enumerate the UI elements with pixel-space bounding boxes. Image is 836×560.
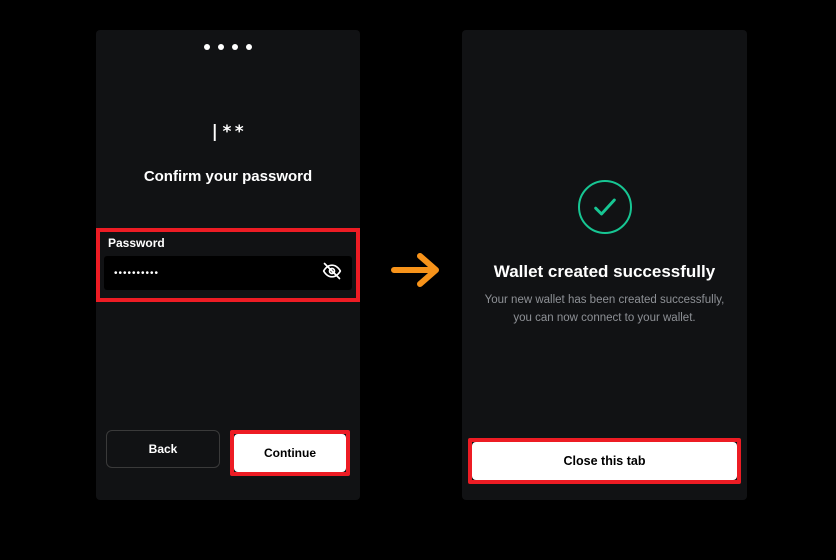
- step-dot: [204, 44, 210, 50]
- step-dot: [218, 44, 224, 50]
- password-input[interactable]: ••••••••••: [104, 256, 352, 290]
- close-button-highlight: Close this tab: [468, 438, 741, 484]
- page-title: Confirm your password: [96, 168, 360, 185]
- confirm-password-screen: |** Confirm your password Password •••••…: [96, 30, 360, 500]
- password-label: Password: [100, 232, 356, 250]
- step-dot: [246, 44, 252, 50]
- success-screen: Wallet created successfully Your new wal…: [462, 30, 747, 500]
- step-dot: [232, 44, 238, 50]
- success-title: Wallet created successfully: [462, 262, 747, 282]
- close-tab-button[interactable]: Close this tab: [472, 442, 737, 480]
- password-field-highlight: Password ••••••••••: [96, 228, 360, 302]
- back-button[interactable]: Back: [106, 430, 220, 468]
- button-row: Back Continue: [96, 430, 360, 476]
- success-description: Your new wallet has been created success…: [462, 292, 747, 328]
- arrow-right-icon: [390, 248, 444, 297]
- password-value: ••••••••••: [114, 268, 322, 279]
- success-check-icon: [578, 180, 632, 234]
- continue-button-highlight: Continue: [230, 430, 350, 476]
- password-mask-icon: |**: [96, 122, 360, 142]
- eye-off-icon[interactable]: [322, 261, 342, 286]
- continue-button[interactable]: Continue: [234, 434, 346, 472]
- progress-stepper: [96, 30, 360, 50]
